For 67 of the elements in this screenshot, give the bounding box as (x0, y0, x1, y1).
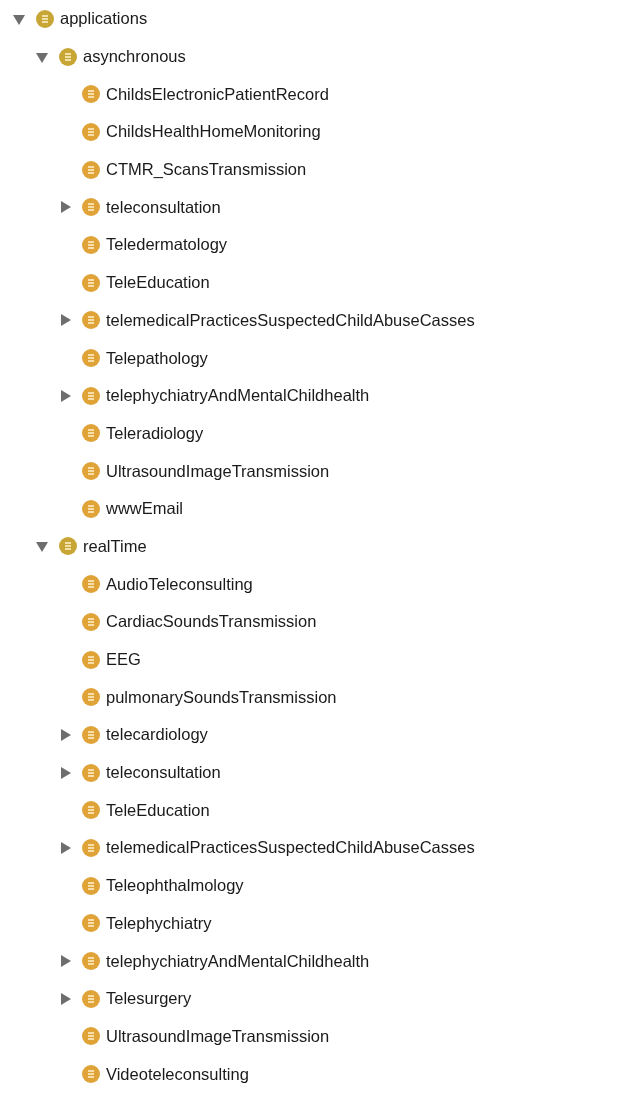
class-icon (59, 47, 77, 66)
class-icon (82, 952, 100, 971)
class-icon (82, 575, 100, 594)
class-label[interactable]: AudioTeleconsulting (106, 574, 253, 594)
class-icon (82, 688, 100, 707)
class-label[interactable]: Teleradiology (106, 423, 204, 443)
expanded-triangle-icon[interactable] (35, 539, 49, 554)
class-icon (82, 801, 100, 820)
class-icon (82, 989, 100, 1008)
class-icon (82, 876, 100, 895)
class-icon (82, 85, 100, 104)
class-label[interactable]: Teledermatology (106, 235, 228, 255)
class-label[interactable]: realTime (83, 536, 147, 556)
class-label[interactable]: UltrasoundImageTransmission (106, 1026, 330, 1046)
class-label[interactable]: ChildsElectronicPatientRecord (106, 84, 329, 104)
class-icon (82, 311, 100, 330)
class-icon (82, 235, 100, 254)
class-icon (36, 9, 54, 28)
class-icon (82, 838, 100, 857)
class-icon (82, 650, 100, 669)
class-label[interactable]: pulmonarySoundsTransmission (106, 687, 337, 707)
class-label[interactable]: CTMR_ScansTransmission (106, 160, 307, 180)
class-label[interactable]: Telephychiatry (106, 913, 212, 933)
class-icon (82, 763, 100, 782)
class-icon (82, 122, 100, 141)
class-icon (82, 160, 100, 179)
class-label[interactable]: wwwEmail (106, 499, 183, 519)
class-label[interactable]: telephychiatryAndMentalChildhealth (106, 386, 370, 406)
class-label[interactable]: Teleophthalmology (106, 876, 244, 896)
class-icon (82, 612, 100, 631)
class-icon (82, 1027, 100, 1046)
class-label[interactable]: telemedicalPracticesSuspectedChildAbuseCasses (106, 838, 475, 858)
class-label[interactable]: telemedicalPracticesSuspectedChildAbuseCasses (106, 310, 475, 330)
class-icon (82, 499, 100, 518)
class-label[interactable]: telecardiology (106, 725, 208, 745)
class-label[interactable]: Videoteleconsulting (106, 1064, 249, 1084)
class-label[interactable]: EEG (106, 650, 141, 670)
class-label[interactable]: Telepathology (106, 348, 208, 368)
class-icon (82, 1065, 100, 1084)
class-label[interactable]: CardiacSoundsTransmission (106, 612, 317, 632)
collapsed-triangle-icon[interactable] (58, 200, 72, 215)
class-label[interactable]: Telesurgery (106, 989, 192, 1009)
class-icon (59, 537, 77, 556)
collapsed-triangle-icon[interactable] (58, 840, 72, 855)
class-label[interactable]: telephychiatryAndMentalChildhealth (106, 951, 370, 971)
class-icon (82, 914, 100, 933)
class-label[interactable]: UltrasoundImageTransmission (106, 461, 330, 481)
class-label[interactable]: teleconsultation (106, 763, 221, 783)
collapsed-triangle-icon[interactable] (58, 765, 72, 780)
class-label[interactable]: TeleEducation (106, 800, 210, 820)
class-icon (82, 424, 100, 443)
class-label[interactable]: ChildsHealthHomeMonitoring (106, 122, 321, 142)
collapsed-triangle-icon[interactable] (58, 954, 72, 969)
class-label[interactable]: applications (60, 9, 148, 29)
collapsed-triangle-icon[interactable] (58, 388, 72, 403)
class-icon (82, 725, 100, 744)
class-label[interactable]: TeleEducation (106, 273, 210, 293)
collapsed-triangle-icon[interactable] (58, 727, 72, 742)
class-label[interactable]: teleconsultation (106, 197, 221, 217)
class-icon (82, 349, 100, 368)
collapsed-triangle-icon[interactable] (58, 991, 72, 1006)
class-icon (82, 198, 100, 217)
collapsed-triangle-icon[interactable] (58, 313, 72, 328)
class-label[interactable]: asynchronous (83, 47, 186, 67)
class-icon (82, 386, 100, 405)
class-icon (82, 462, 100, 481)
class-icon (82, 273, 100, 292)
